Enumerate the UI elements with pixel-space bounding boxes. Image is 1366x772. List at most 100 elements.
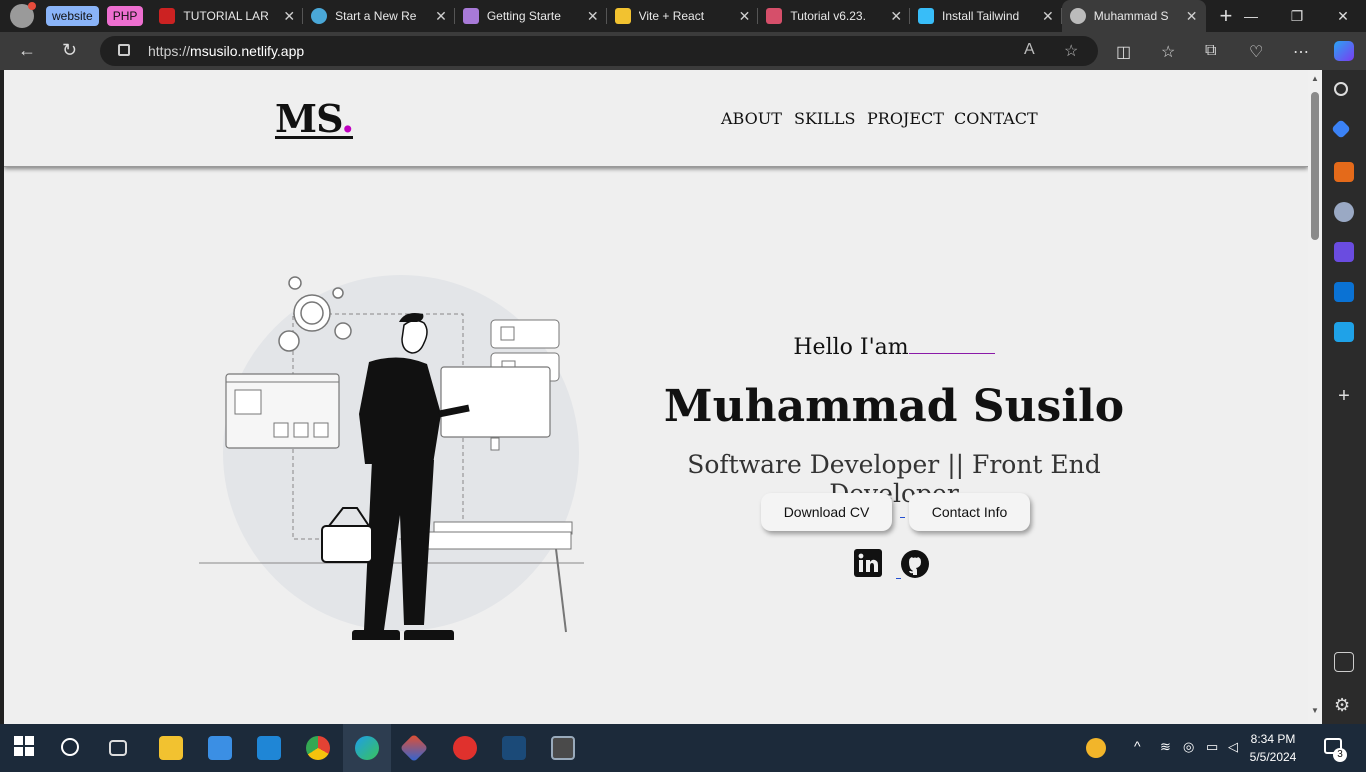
favorites-icon[interactable]: ☆ [1161,42,1175,62]
search-taskbar-icon[interactable] [61,738,79,756]
edge-icon[interactable] [355,736,379,760]
windows-start-icon[interactable] [14,736,38,760]
hero-intro: Hello I'am Muhammad Susilo Software Deve… [624,335,1164,508]
tab-label: Getting Starte [486,9,561,23]
hero-name: Muhammad Susilo [663,381,1125,432]
scroll-up-icon[interactable]: ▲ [1311,74,1319,83]
vscode-icon[interactable] [257,736,281,760]
hello-line: Hello I'am [793,335,995,360]
tab-0[interactable]: TUTORIAL LAR ✕ [151,0,303,32]
close-icon[interactable]: ✕ [739,8,751,25]
hero-role: Software Developer || Front End Develope… [687,450,1101,508]
chevron-up-icon[interactable]: ^ [1134,738,1141,754]
mysql-workbench-icon[interactable] [502,736,526,760]
games-icon[interactable] [1334,202,1354,222]
lock-icon[interactable] [118,44,130,56]
react-icon [311,8,328,24]
clock-time: 8:34 PM [1250,732,1296,746]
tag-icon[interactable] [1331,119,1351,139]
tab-2[interactable]: Getting Starte ✕ [455,0,607,32]
toolbox-icon[interactable] [1334,162,1354,182]
nav-project[interactable]: PROJECT [867,109,944,128]
vite-icon [614,8,631,24]
wps-office-icon[interactable] [453,736,477,760]
tab-group-php[interactable]: PHP [106,6,144,26]
task-view-icon[interactable] [109,740,127,756]
more-menu-icon[interactable]: ⋯ [1293,42,1309,62]
address-bar[interactable]: https://msusilo.netlify.app A ☆ [100,36,1098,66]
youtube-icon [159,8,176,24]
calculator-icon[interactable] [551,736,575,760]
git-icon[interactable] [399,733,429,763]
settings-gear-icon[interactable]: ⚙ [1334,696,1354,716]
tab-5[interactable]: Install Tailwind ✕ [910,0,1062,32]
tab-group-website[interactable]: website [46,6,99,26]
link-underline [900,517,905,518]
maximize-icon[interactable]: ❐ [1274,0,1320,32]
read-aloud-icon[interactable]: A [1024,41,1035,59]
profile-avatar[interactable] [10,2,36,28]
notification-badge: 3 [1333,748,1347,762]
close-icon[interactable]: ✕ [890,8,902,25]
file-explorer-icon[interactable] [159,736,183,760]
linkedin-icon[interactable] [854,549,882,577]
system-clock[interactable]: 8:34 PM 5/5/2024 [1248,730,1298,766]
scroll-down-icon[interactable]: ▼ [1311,706,1319,715]
copilot-icon[interactable] [1334,41,1354,61]
close-icon[interactable]: ✕ [1186,8,1198,25]
close-window-icon[interactable]: ✕ [1320,0,1366,32]
avatar-icon [1069,8,1086,24]
back-icon[interactable]: ← [18,40,36,60]
nav-about[interactable]: ABOUT [721,109,782,128]
collections-icon[interactable]: ⧉ [1205,42,1216,60]
close-icon[interactable]: ✕ [283,8,295,25]
favorite-star-icon[interactable]: ☆ [1064,41,1078,61]
minimize-icon[interactable]: — [1228,0,1274,32]
close-icon[interactable]: ✕ [435,8,447,25]
github-icon[interactable] [900,549,930,579]
outlook-icon[interactable] [1334,282,1354,302]
hero-illustration [199,275,584,640]
tailwind-icon [918,8,935,24]
site-logo[interactable]: MS. [275,96,354,141]
telegram-icon[interactable] [1334,322,1354,342]
tab-strip: website PHP TUTORIAL LAR ✕ Start a New Re… [0,0,1366,32]
add-icon[interactable]: + [1334,386,1354,407]
nav-skills[interactable]: SKILLS [794,109,855,128]
night-light-icon[interactable] [1086,738,1106,758]
windows-taskbar: ^ ≋ ◎ ▭ ◁ 8:34 PM 5/5/2024 3 [0,724,1366,772]
volume-icon[interactable]: ◁ [1228,739,1238,755]
tab-label: Vite + React [638,9,705,23]
tab-label: Install Tailwind [942,9,1020,23]
vite-icon [462,8,479,24]
network-icon[interactable]: ◎ [1183,739,1194,755]
navigation-bar: ← ↻ https://msusilo.netlify.app A ☆ ◫ ☆ … [0,32,1366,70]
close-icon[interactable]: ✕ [1042,8,1054,25]
tab-3[interactable]: Vite + React ✕ [607,0,759,32]
close-icon[interactable]: ✕ [587,8,599,25]
scrollbar-thumb[interactable] [1311,92,1319,240]
url-text[interactable]: https://msusilo.netlify.app [148,43,304,59]
screenshot-icon[interactable] [1334,652,1354,672]
edge-sidebar: + ⚙ [1322,70,1366,724]
copilot-sidebar-icon[interactable] [1334,242,1354,262]
chrome-icon[interactable] [306,736,330,760]
url-host: msusilo.netlify.app [190,43,305,59]
performance-icon[interactable]: ♡ [1249,42,1263,62]
refresh-icon[interactable]: ↻ [62,40,77,60]
wifi-icon[interactable]: ≋ [1160,739,1171,755]
mail-icon[interactable] [208,736,232,760]
tab-1[interactable]: Start a New Re ✕ [303,0,455,32]
nav-contact[interactable]: CONTACT [954,109,1038,128]
battery-icon[interactable]: ▭ [1206,739,1218,755]
page-scrollbar[interactable]: ▲ ▼ [1308,70,1322,724]
split-screen-icon[interactable]: ◫ [1116,42,1131,62]
download-cv-button[interactable]: Download CV [761,493,892,531]
url-prefix: https:// [148,43,191,59]
hello-text: Hello I'am [793,335,909,360]
page-viewport: MS. ABOUT SKILLS PROJECT CONTACT Hello I… [4,70,1308,724]
search-icon[interactable] [1334,82,1348,96]
contact-info-button[interactable]: Contact Info [909,493,1030,531]
tab-4[interactable]: Tutorial v6.23. ✕ [758,0,910,32]
tab-6-active[interactable]: Muhammad S ✕ [1061,0,1206,32]
